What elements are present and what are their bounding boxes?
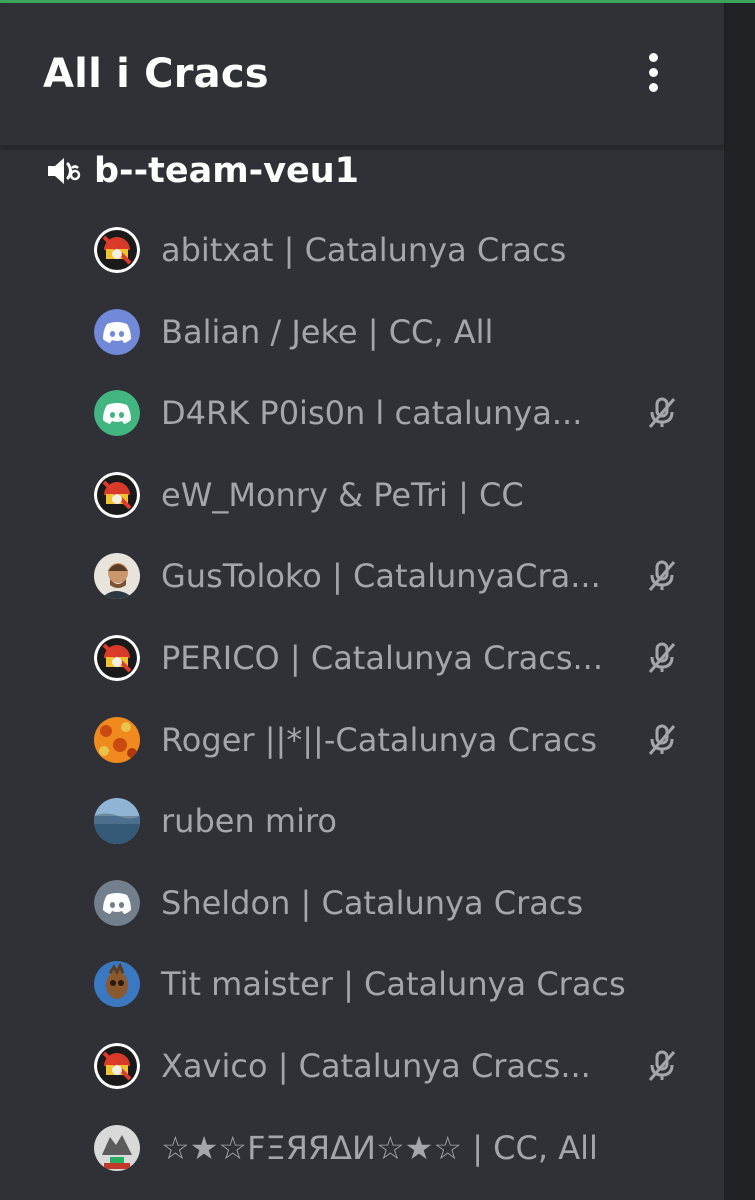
more-options-icon[interactable] [640,53,666,103]
member-row[interactable]: Balian / Jeke | CC, All [0,292,724,372]
server-name: All i Cracs [43,51,269,97]
muted-mic-icon [645,396,679,430]
member-row[interactable]: Xavico | Catalunya Cracs... [0,1026,724,1106]
avatar [94,390,140,437]
avatar [94,1043,140,1089]
avatar [94,961,140,1008]
avatar [94,635,140,681]
member-name: Xavico | Catalunya Cracs... [161,1047,591,1085]
member-row[interactable]: D4RK P0is0n l catalunya... [0,373,724,453]
member-name: Balian / Jeke | CC, All [161,312,494,351]
avatar [94,879,140,926]
member-row[interactable]: PERICO | Catalunya Cracs... [0,618,724,698]
muted-mic-icon [645,641,679,675]
member-row[interactable]: abitxat | Catalunya Cracs [0,210,724,290]
muted-mic-icon [645,723,679,757]
avatar [94,308,140,355]
server-header[interactable]: All i Cracs [0,3,724,147]
muted-mic-icon [645,1049,679,1083]
member-name: Sheldon | Catalunya Cracs [161,883,584,922]
voice-channel[interactable]: b--team-veu1 [44,146,359,196]
member-name: ruben miro [161,802,337,841]
voice-speaker-icon [48,158,81,184]
channel-name: b--team-veu1 [94,151,360,191]
member-name: GusToloko | CatalunyaCra... [161,557,601,596]
member-name: ☆★☆FΞЯЯΔИ☆★☆ | CC, All [161,1128,598,1167]
channel-panel: All i Cracs b--team-veu1 abitxat | Catal… [0,3,724,1200]
member-name: Roger ||*||-Catalunya Cracs [161,720,598,759]
member-row[interactable]: Tit maister | Catalunya Cracs [0,944,724,1024]
member-name: PERICO | Catalunya Cracs... [161,639,604,677]
avatar [94,553,140,600]
member-row[interactable]: ruben miro [0,781,724,861]
avatar [94,798,140,845]
avatar [94,471,140,518]
member-row[interactable]: Sheldon | Catalunya Cracs [0,863,724,943]
member-name: D4RK P0is0n l catalunya... [161,394,583,433]
right-edge-panel [724,3,755,1200]
member-name: Tit maister | Catalunya Cracs [161,965,626,1004]
member-row[interactable]: GusToloko | CatalunyaCra... [0,536,724,616]
member-row[interactable]: Roger ||*||-Catalunya Cracs [0,700,724,780]
muted-mic-icon [645,559,679,593]
member-row[interactable]: eW_Monry & PeTri | CC [0,455,724,535]
avatar [94,716,140,763]
member-row[interactable]: ☆★☆FΞЯЯΔИ☆★☆ | CC, All [0,1108,724,1188]
avatar [94,227,140,273]
avatar [94,1124,140,1171]
member-name: eW_Monry & PeTri | CC [161,475,524,514]
member-name: abitxat | Catalunya Cracs [161,231,567,269]
